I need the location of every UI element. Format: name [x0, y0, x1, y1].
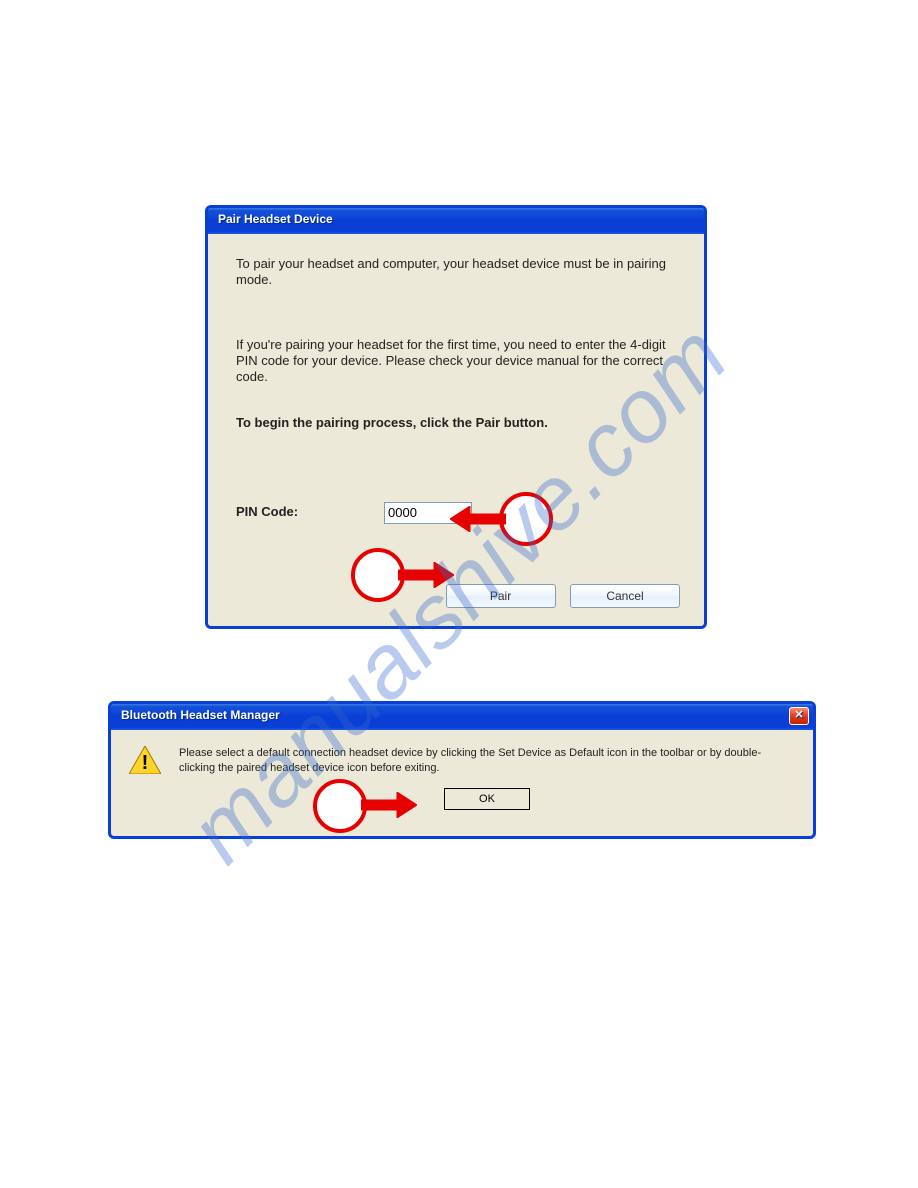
dialog2-message: Please select a default connection heads…	[179, 746, 795, 776]
pin-code-label: PIN Code:	[236, 504, 384, 520]
pair-button[interactable]: Pair	[446, 584, 556, 608]
pin-code-row: PIN Code:	[236, 502, 676, 524]
dialog-body: To pair your headset and computer, your …	[208, 234, 704, 542]
bluetooth-manager-dialog: Bluetooth Headset Manager ✕ ! Please sel…	[108, 701, 816, 839]
dialog2-message-area: Please select a default connection heads…	[179, 746, 795, 810]
dialog2-title: Bluetooth Headset Manager ✕	[111, 704, 813, 730]
cancel-button[interactable]: Cancel	[570, 584, 680, 608]
dialog2-body: ! Please select a default connection hea…	[111, 730, 813, 818]
dialog2-button-row: OK	[179, 788, 795, 810]
pin-code-input[interactable]	[384, 502, 472, 524]
pair-headset-dialog: Pair Headset Device To pair your headset…	[205, 205, 707, 629]
warning-icon: !	[129, 746, 161, 810]
ok-button[interactable]: OK	[444, 788, 530, 810]
instruction-text-3: To begin the pairing process, click the …	[236, 415, 676, 431]
close-button[interactable]: ✕	[789, 707, 809, 725]
dialog2-title-text: Bluetooth Headset Manager	[121, 708, 280, 722]
instruction-text-2: If you're pairing your headset for the f…	[236, 337, 676, 386]
svg-text:!: !	[142, 752, 149, 774]
dialog-buttons: Pair Cancel	[436, 584, 680, 608]
dialog-title: Pair Headset Device	[208, 208, 704, 234]
instruction-text-1: To pair your headset and computer, your …	[236, 256, 676, 289]
